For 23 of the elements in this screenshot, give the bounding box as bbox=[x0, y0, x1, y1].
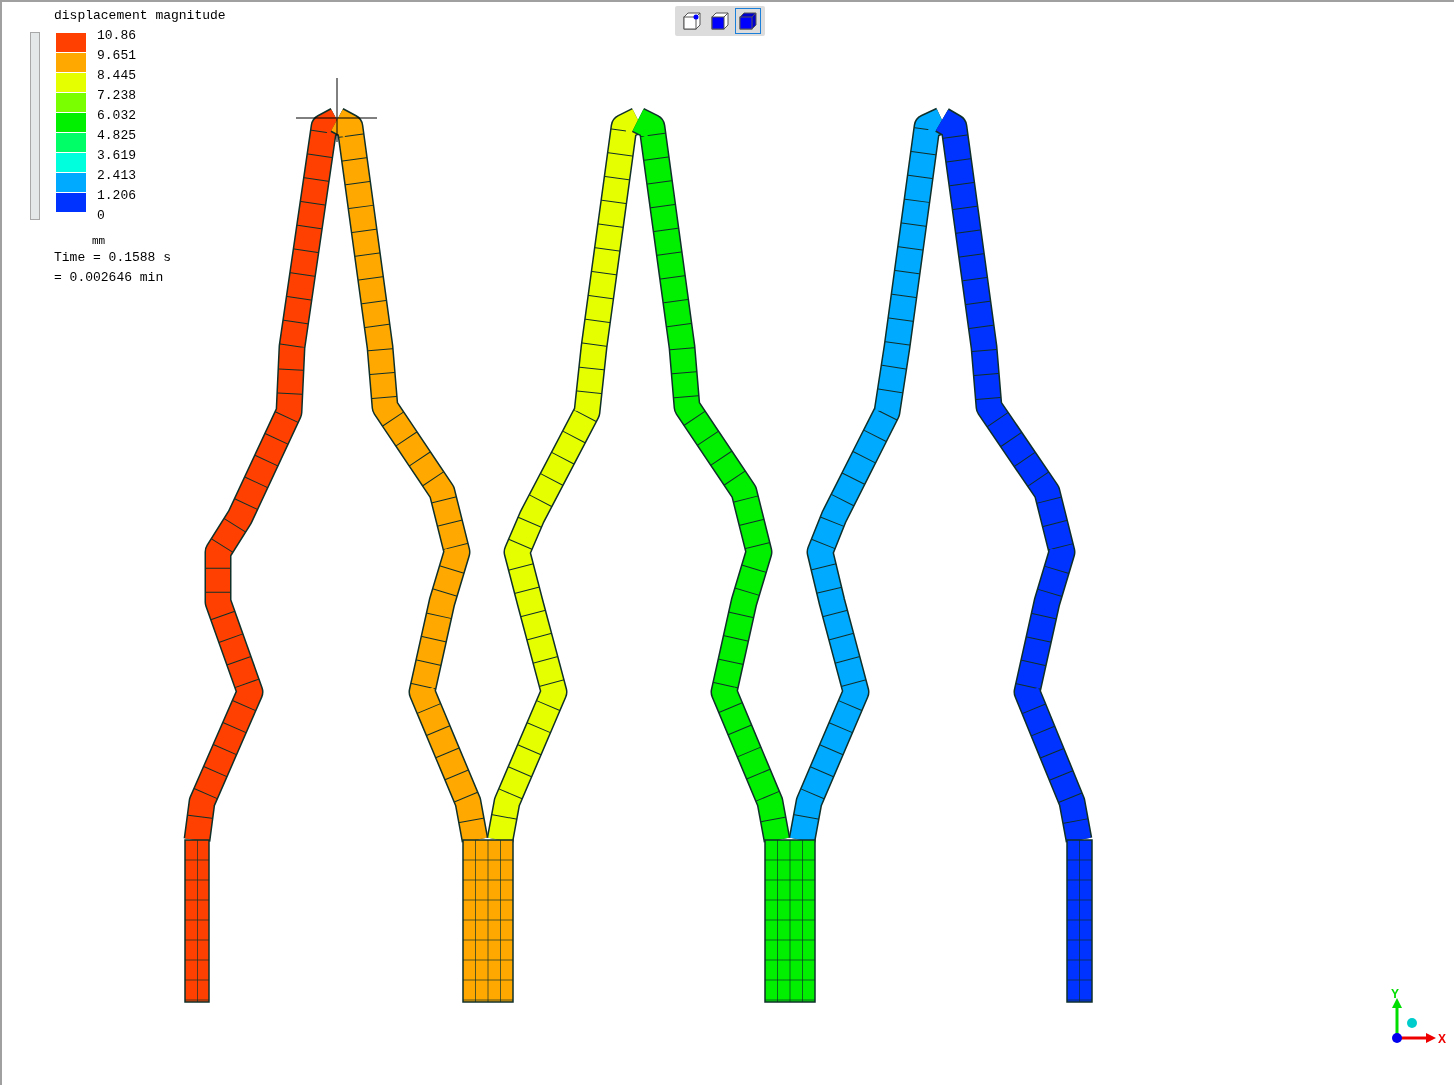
cube-icon bbox=[738, 11, 758, 31]
range-slider-track[interactable] bbox=[30, 32, 40, 220]
legend-value: 8.445 bbox=[97, 68, 136, 84]
time-text: = 0.002646 min bbox=[54, 269, 165, 287]
axis-triad-drawing bbox=[1392, 998, 1436, 1043]
legend-value: 3.619 bbox=[97, 148, 136, 164]
time-text: Time = 0.1588 s bbox=[54, 249, 173, 267]
legend-value: 6.032 bbox=[97, 108, 136, 124]
legend-value: 2.413 bbox=[97, 168, 136, 184]
unit-label: mm bbox=[92, 234, 107, 248]
y-axis-label: Y bbox=[1391, 987, 1399, 1001]
legend-value: 0 bbox=[97, 208, 105, 224]
legend-title: displacement magnitude bbox=[54, 8, 226, 24]
legend-value: 9.651 bbox=[97, 48, 136, 64]
render-mode-button[interactable] bbox=[735, 8, 761, 34]
legend-value: 1.206 bbox=[97, 188, 136, 204]
x-axis-label: X bbox=[1438, 1032, 1446, 1046]
cube-icon bbox=[710, 11, 730, 31]
legend-value: 7.238 bbox=[97, 88, 136, 104]
legend-value: 10.86 bbox=[97, 28, 136, 44]
legend-value: 4.825 bbox=[97, 128, 136, 144]
crosshair-icon bbox=[295, 77, 378, 143]
cube-icon bbox=[682, 11, 702, 31]
